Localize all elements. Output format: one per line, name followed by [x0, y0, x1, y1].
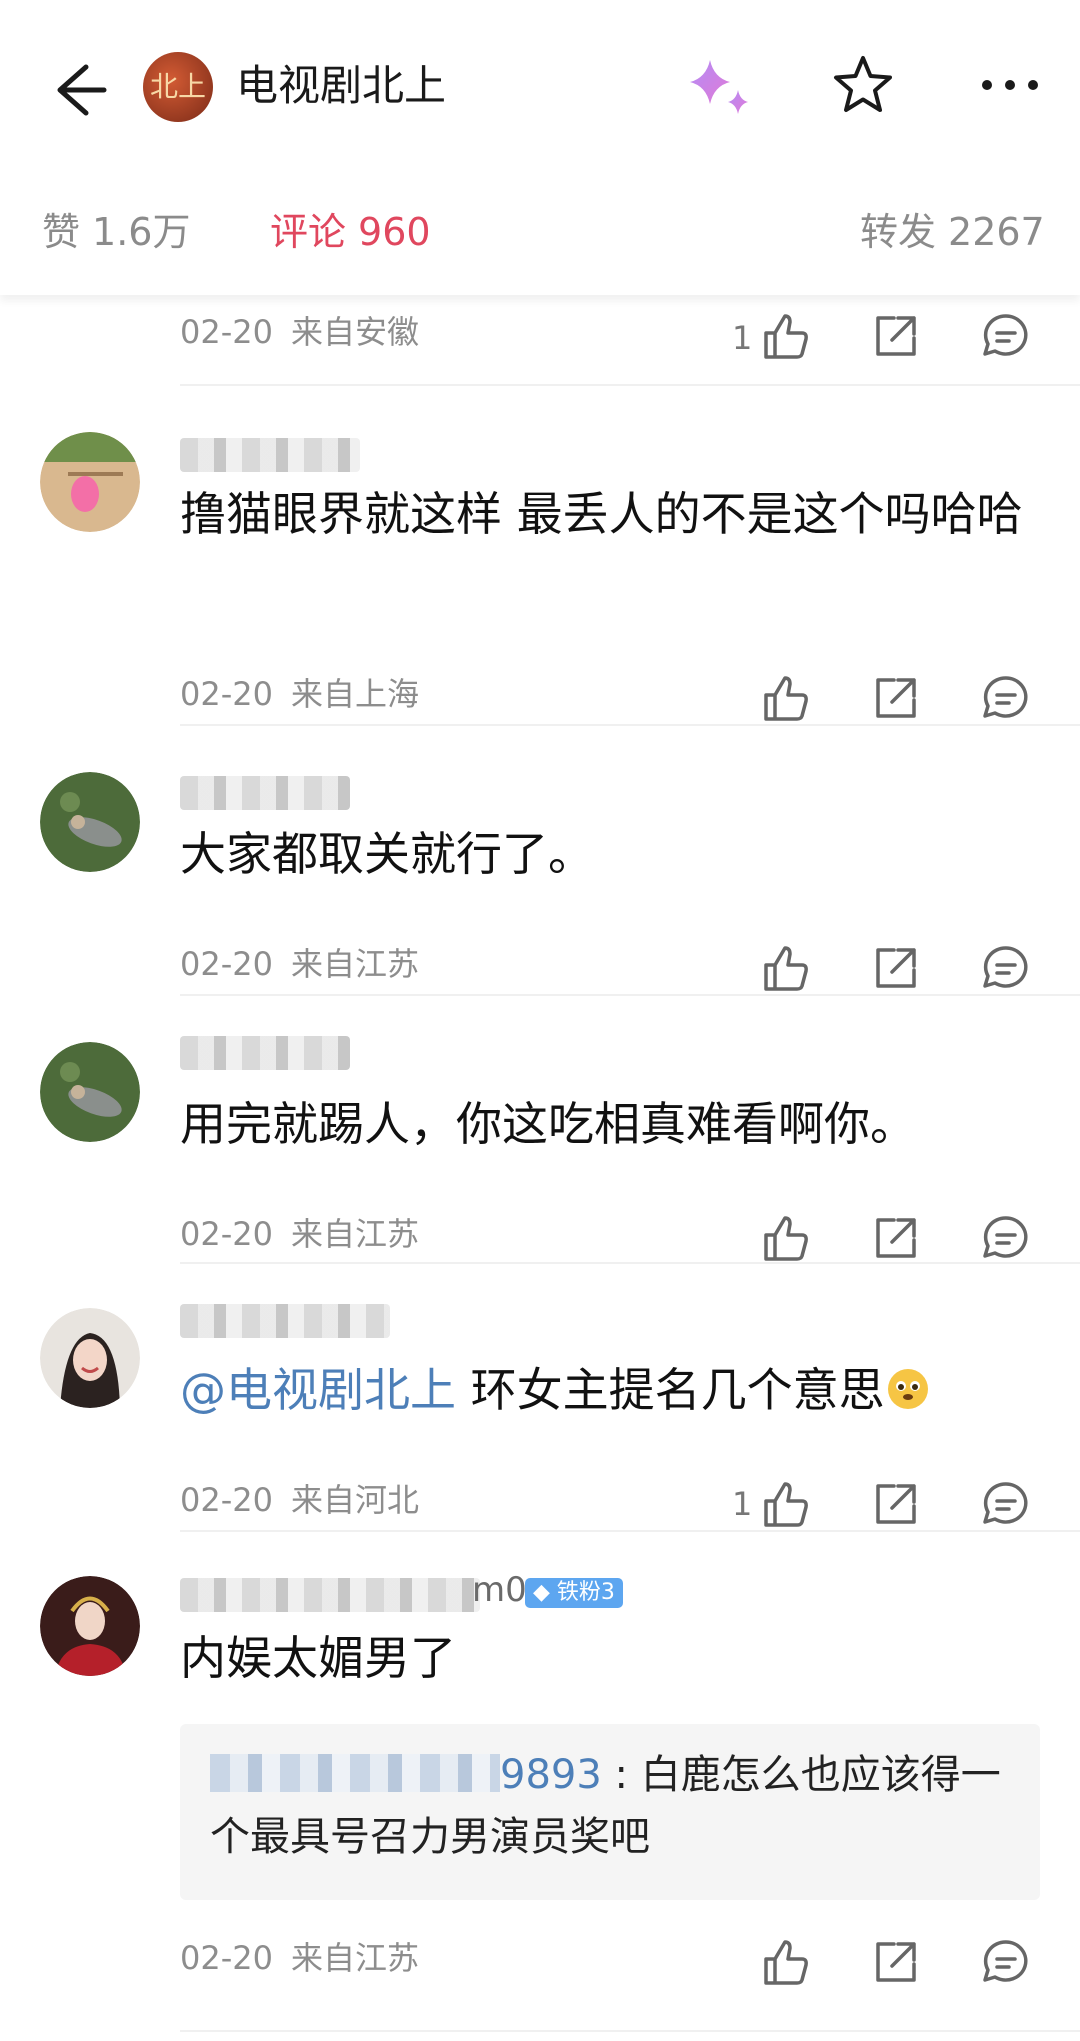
username-blurred[interactable] — [180, 776, 350, 810]
tab-reposts[interactable]: 转发 2267 — [860, 205, 1045, 260]
reply-comment-icon[interactable] — [976, 306, 1036, 366]
tab-reposts-count: 2267 — [948, 210, 1045, 254]
fearful-face-emoji-icon — [887, 1369, 928, 1409]
username-blurred[interactable] — [180, 1578, 480, 1612]
comment-text: 内娱太媚男了 — [180, 1631, 456, 1685]
comment-location: 来自江苏 — [290, 1939, 419, 1977]
comment-date: 02-20 — [180, 1939, 273, 1977]
divider — [180, 384, 1080, 386]
divider — [180, 2030, 1080, 2032]
divider — [180, 994, 1080, 996]
top-bar: 北上 电视剧北上 — [0, 0, 1080, 170]
more-options-icon[interactable] — [975, 52, 1045, 118]
quoted-username-blurred — [210, 1754, 500, 1792]
tab-comments-label: 评论 — [270, 210, 347, 254]
quoted-comment-text: 9893 : 白鹿怎么也应该得一个最具号召力男演员奖吧 — [210, 1752, 1001, 1860]
like-count: 1 — [732, 1485, 753, 1523]
share-icon[interactable] — [866, 1932, 926, 1992]
username-blurred[interactable] — [180, 1036, 350, 1070]
quoted-username-tail: 9893 — [500, 1752, 602, 1798]
tab-comments-count: 960 — [358, 210, 431, 254]
divider — [180, 1262, 1080, 1264]
mention-link[interactable]: @电视剧北上 — [180, 1363, 456, 1417]
thumbs-up-icon[interactable] — [756, 1208, 816, 1268]
tab-bar: 赞 1.6万 评论 960 转发 2267 — [0, 170, 1080, 295]
tab-reposts-label: 转发 — [860, 210, 937, 254]
comment-location: 来自江苏 — [290, 1215, 419, 1253]
divider — [180, 724, 1080, 726]
divider — [180, 1530, 1080, 1532]
username-visible-tail[interactable]: m0 — [472, 1570, 527, 1610]
thumbs-up-icon[interactable] — [756, 306, 816, 366]
share-icon[interactable] — [866, 938, 926, 998]
reply-comment-icon[interactable] — [976, 938, 1036, 998]
back-arrow-icon[interactable] — [40, 55, 110, 125]
comment-text: @电视剧北上 环女主提名几个意思 — [180, 1356, 1040, 1424]
reply-comment-icon[interactable] — [976, 1932, 1036, 1992]
comment-meta: 02-20 来自上海 — [180, 672, 419, 716]
comment-text-body: 环女主提名几个意思 — [456, 1363, 885, 1417]
quoted-username[interactable]: 9893 — [210, 1752, 602, 1798]
comment-text: 大家都取关就行了。 — [180, 827, 594, 881]
comment-location: 来自江苏 — [290, 945, 419, 983]
share-icon[interactable] — [866, 1208, 926, 1268]
comment-date: 02-20 — [180, 1481, 273, 1519]
favorite-star-icon[interactable] — [830, 52, 896, 118]
user-avatar[interactable] — [40, 1042, 140, 1142]
comment-date: 02-20 — [180, 313, 273, 351]
comment-date: 02-20 — [180, 945, 273, 983]
comment-meta: 02-20 来自江苏 — [180, 942, 419, 986]
username-blurred[interactable] — [180, 438, 360, 472]
username-blurred[interactable] — [180, 1304, 390, 1338]
fan-badge-label: 铁粉3 — [556, 1580, 615, 1605]
tab-likes-count: 1.6万 — [92, 210, 191, 254]
comment-meta: 02-20 来自江苏 — [180, 1936, 419, 1980]
share-icon[interactable] — [866, 306, 926, 366]
user-avatar[interactable] — [40, 1308, 140, 1408]
comment-text: 用完就踢人，你这吃相真难看啊你。 — [180, 1097, 916, 1151]
tab-likes[interactable]: 赞 1.6万 — [42, 205, 190, 260]
like-count: 1 — [732, 319, 753, 357]
reply-comment-icon[interactable] — [976, 1208, 1036, 1268]
user-avatar[interactable] — [40, 432, 140, 532]
fan-badge: ◆ 铁粉3 — [525, 1578, 623, 1608]
user-avatar[interactable] — [40, 772, 140, 872]
share-icon[interactable] — [866, 668, 926, 728]
tab-likes-label: 赞 — [42, 210, 81, 254]
share-icon[interactable] — [866, 1474, 926, 1534]
comment-meta: 02-20 来自安徽 — [180, 310, 419, 354]
thumbs-up-icon[interactable] — [756, 1932, 816, 1992]
quoted-comment[interactable]: 9893 : 白鹿怎么也应该得一个最具号召力男演员奖吧 — [180, 1724, 1040, 1900]
ai-sparkle-icon[interactable] — [680, 52, 760, 122]
comment-meta: 02-20 来自江苏 — [180, 1212, 419, 1256]
thumbs-up-icon[interactable] — [756, 668, 816, 728]
reply-comment-icon[interactable] — [976, 1474, 1036, 1534]
comment-location: 来自安徽 — [290, 313, 419, 351]
tab-comments[interactable]: 评论 960 — [270, 205, 431, 260]
comment-date: 02-20 — [180, 675, 273, 713]
comment-location: 来自河北 — [290, 1481, 419, 1519]
thumbs-up-icon[interactable] — [756, 938, 816, 998]
thumbs-up-icon[interactable] — [756, 1474, 816, 1534]
comment-location: 来自上海 — [290, 675, 419, 713]
reply-comment-icon[interactable] — [976, 668, 1036, 728]
user-avatar[interactable] — [40, 1576, 140, 1676]
account-avatar[interactable]: 北上 — [143, 52, 213, 122]
comment-meta: 02-20 来自河北 — [180, 1478, 419, 1522]
page-title: 电视剧北上 — [236, 61, 447, 110]
comment-date: 02-20 — [180, 1215, 273, 1253]
comment-text: 撸猫眼界就这样 最丢人的不是这个吗哈哈 — [180, 487, 1023, 541]
